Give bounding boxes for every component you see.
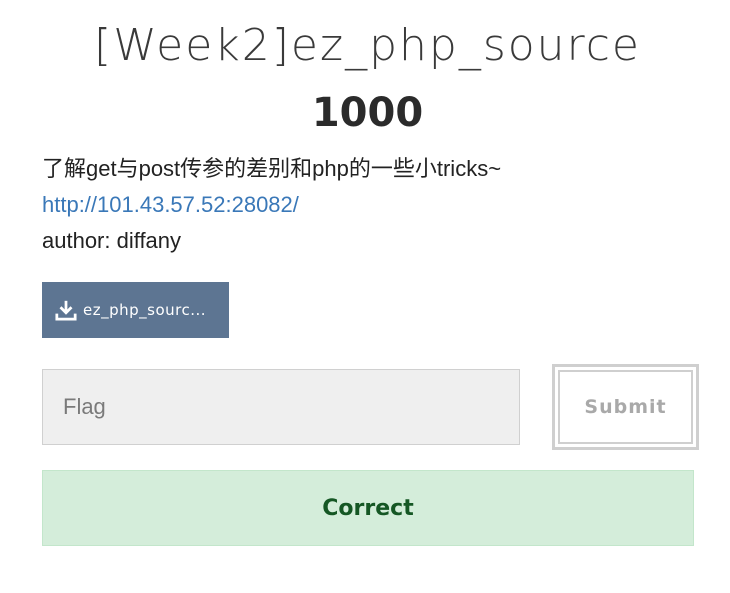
download-file-button[interactable]: ez_php_sourc... (42, 282, 229, 338)
result-alert: Correct (42, 470, 694, 546)
challenge-link[interactable]: http://101.43.57.52:28082/ (42, 190, 299, 220)
result-message: Correct (322, 495, 414, 521)
challenge-points: 1000 (311, 90, 424, 136)
challenge-author: author: diffany (42, 228, 182, 253)
download-file-label: ez_php_sourc... (83, 301, 207, 319)
download-icon (55, 299, 77, 321)
submit-button-wrapper: Submit (552, 364, 699, 450)
challenge-description: 了解get与post传参的差别和php的一些小tricks~ (42, 156, 502, 181)
flag-input[interactable] (42, 369, 520, 445)
challenge-title: [Week2]ez_php_source (94, 20, 641, 71)
submit-button[interactable]: Submit (558, 370, 693, 444)
